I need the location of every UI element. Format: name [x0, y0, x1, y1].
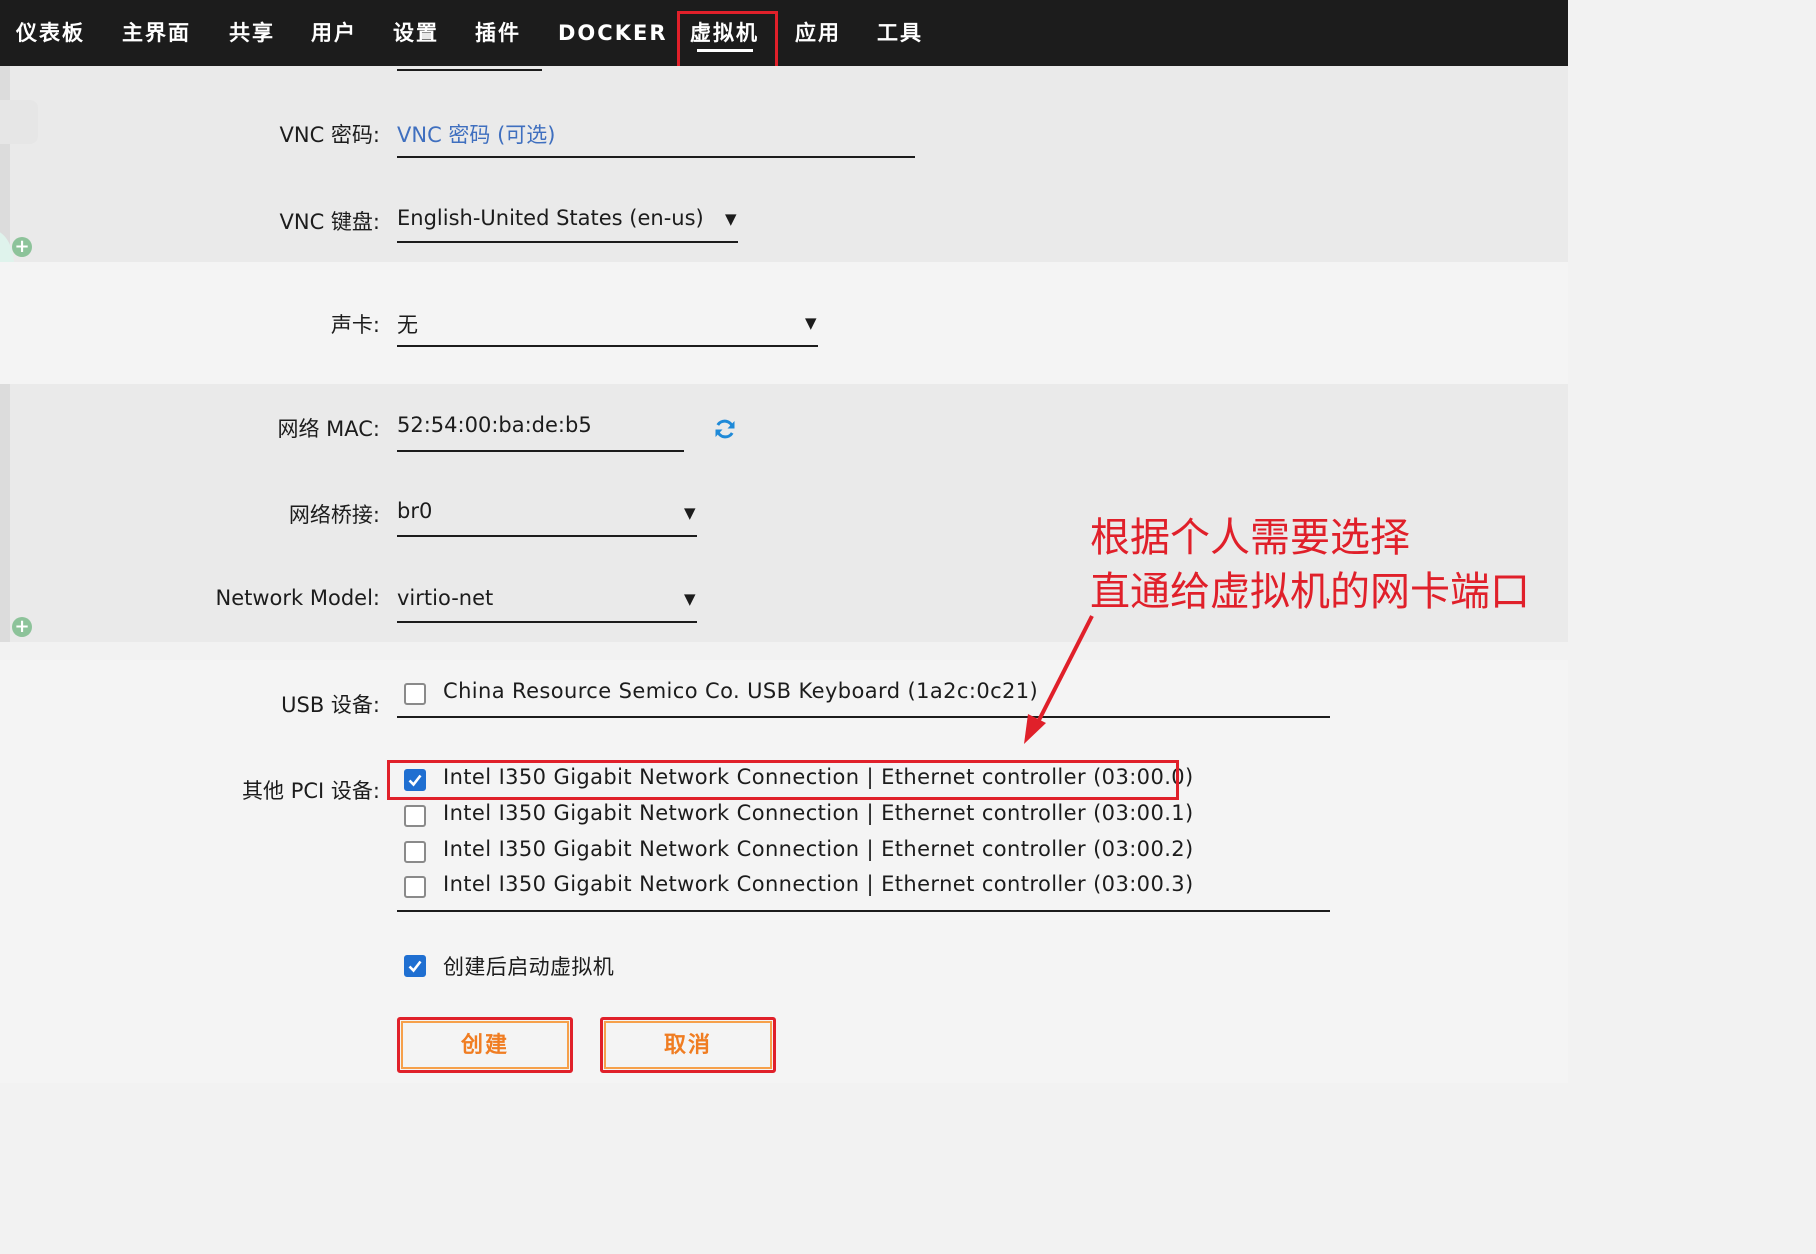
- other-pci-devices-label: 其他 PCI 设备:: [242, 779, 380, 803]
- annotation-arrow-icon: [1024, 615, 1094, 744]
- pci-device-checkbox[interactable]: [404, 841, 426, 863]
- nav-item-users[interactable]: 用户: [311, 0, 357, 66]
- pci-device-checkbox[interactable]: [404, 805, 426, 827]
- usb-device-checkbox[interactable]: [404, 683, 426, 705]
- nav-item-dashboard[interactable]: 仪表板: [16, 0, 85, 66]
- usb-device-label: China Resource Semico Co. USB Keyboard (…: [443, 679, 1039, 703]
- pci-device-checkbox[interactable]: [404, 876, 426, 898]
- nav-item-shares[interactable]: 共享: [229, 0, 275, 66]
- vnc-keyboard-select[interactable]: English-United States (en-us): [397, 206, 704, 230]
- network-bridge-underline: [397, 535, 697, 537]
- vnc-password-input[interactable]: VNC 密码 (可选): [397, 119, 555, 149]
- start-after-create-label: 创建后启动虚拟机: [443, 955, 615, 979]
- refresh-icon[interactable]: [713, 417, 737, 441]
- start-after-create-checkbox[interactable]: [404, 955, 426, 977]
- network-mac-input[interactable]: 52:54:00:ba:de:b5: [397, 413, 592, 437]
- network-bridge-label: 网络桥接:: [288, 503, 380, 527]
- chevron-down-icon[interactable]: ▼: [805, 314, 817, 332]
- add-network-icon[interactable]: +: [12, 617, 32, 637]
- cancel-button[interactable]: 取消: [600, 1017, 776, 1073]
- network-mac-label: 网络 MAC:: [277, 417, 380, 441]
- check-icon: [408, 960, 422, 973]
- network-bridge-select[interactable]: br0: [397, 499, 432, 523]
- previous-field-underline: [397, 69, 542, 71]
- pci-devices-underline: [397, 910, 1330, 912]
- pci-device-label: Intel I350 Gigabit Network Connection | …: [443, 872, 1194, 896]
- annotation-line-1: 根据个人需要选择: [1090, 515, 1410, 561]
- nav-item-docker[interactable]: DOCKER: [558, 0, 667, 66]
- vnc-keyboard-underline: [397, 241, 738, 243]
- pci-device-label: Intel I350 Gigabit Network Connection | …: [443, 837, 1194, 861]
- vnc-password-underline: [397, 156, 915, 158]
- selected-pci-highlight-box: [387, 760, 1179, 800]
- add-graphics-icon[interactable]: +: [12, 237, 32, 257]
- vnc-section: [0, 66, 1568, 262]
- vnc-keyboard-label: VNC 键盘:: [279, 210, 381, 234]
- pci-device-label: Intel I350 Gigabit Network Connection | …: [443, 801, 1194, 825]
- nav-item-main[interactable]: 主界面: [122, 0, 191, 66]
- network-model-label: Network Model:: [215, 586, 380, 610]
- nav-item-settings[interactable]: 设置: [393, 0, 439, 66]
- chevron-down-icon[interactable]: ▼: [725, 210, 737, 228]
- chevron-down-icon[interactable]: ▼: [684, 504, 696, 522]
- nav-item-tools[interactable]: 工具: [877, 0, 923, 66]
- usb-devices-underline: [397, 716, 1330, 718]
- chevron-down-icon[interactable]: ▼: [684, 590, 696, 608]
- create-button[interactable]: 创建: [397, 1017, 573, 1073]
- section-side-bar: [0, 384, 10, 642]
- nav-item-plugins[interactable]: 插件: [475, 0, 521, 66]
- network-model-underline: [397, 621, 697, 623]
- network-model-select[interactable]: virtio-net: [397, 586, 493, 610]
- network-mac-underline: [397, 450, 684, 452]
- nav-item-apps[interactable]: 应用: [795, 0, 841, 66]
- annotation-line-2: 直通给虚拟机的网卡端口: [1090, 569, 1530, 615]
- sound-card-underline: [397, 345, 818, 347]
- sound-card-select[interactable]: 无: [397, 309, 418, 339]
- top-navigation-bar: 仪表板 主界面 共享 用户 设置 插件 DOCKER 虚拟机 应用 工具: [0, 0, 1568, 66]
- sound-card-label: 声卡:: [330, 313, 380, 337]
- vnc-password-label: VNC 密码:: [279, 123, 381, 147]
- collapsed-panel-tab: [0, 100, 38, 144]
- sound-section: [0, 262, 1568, 384]
- usb-devices-label: USB 设备:: [281, 693, 380, 717]
